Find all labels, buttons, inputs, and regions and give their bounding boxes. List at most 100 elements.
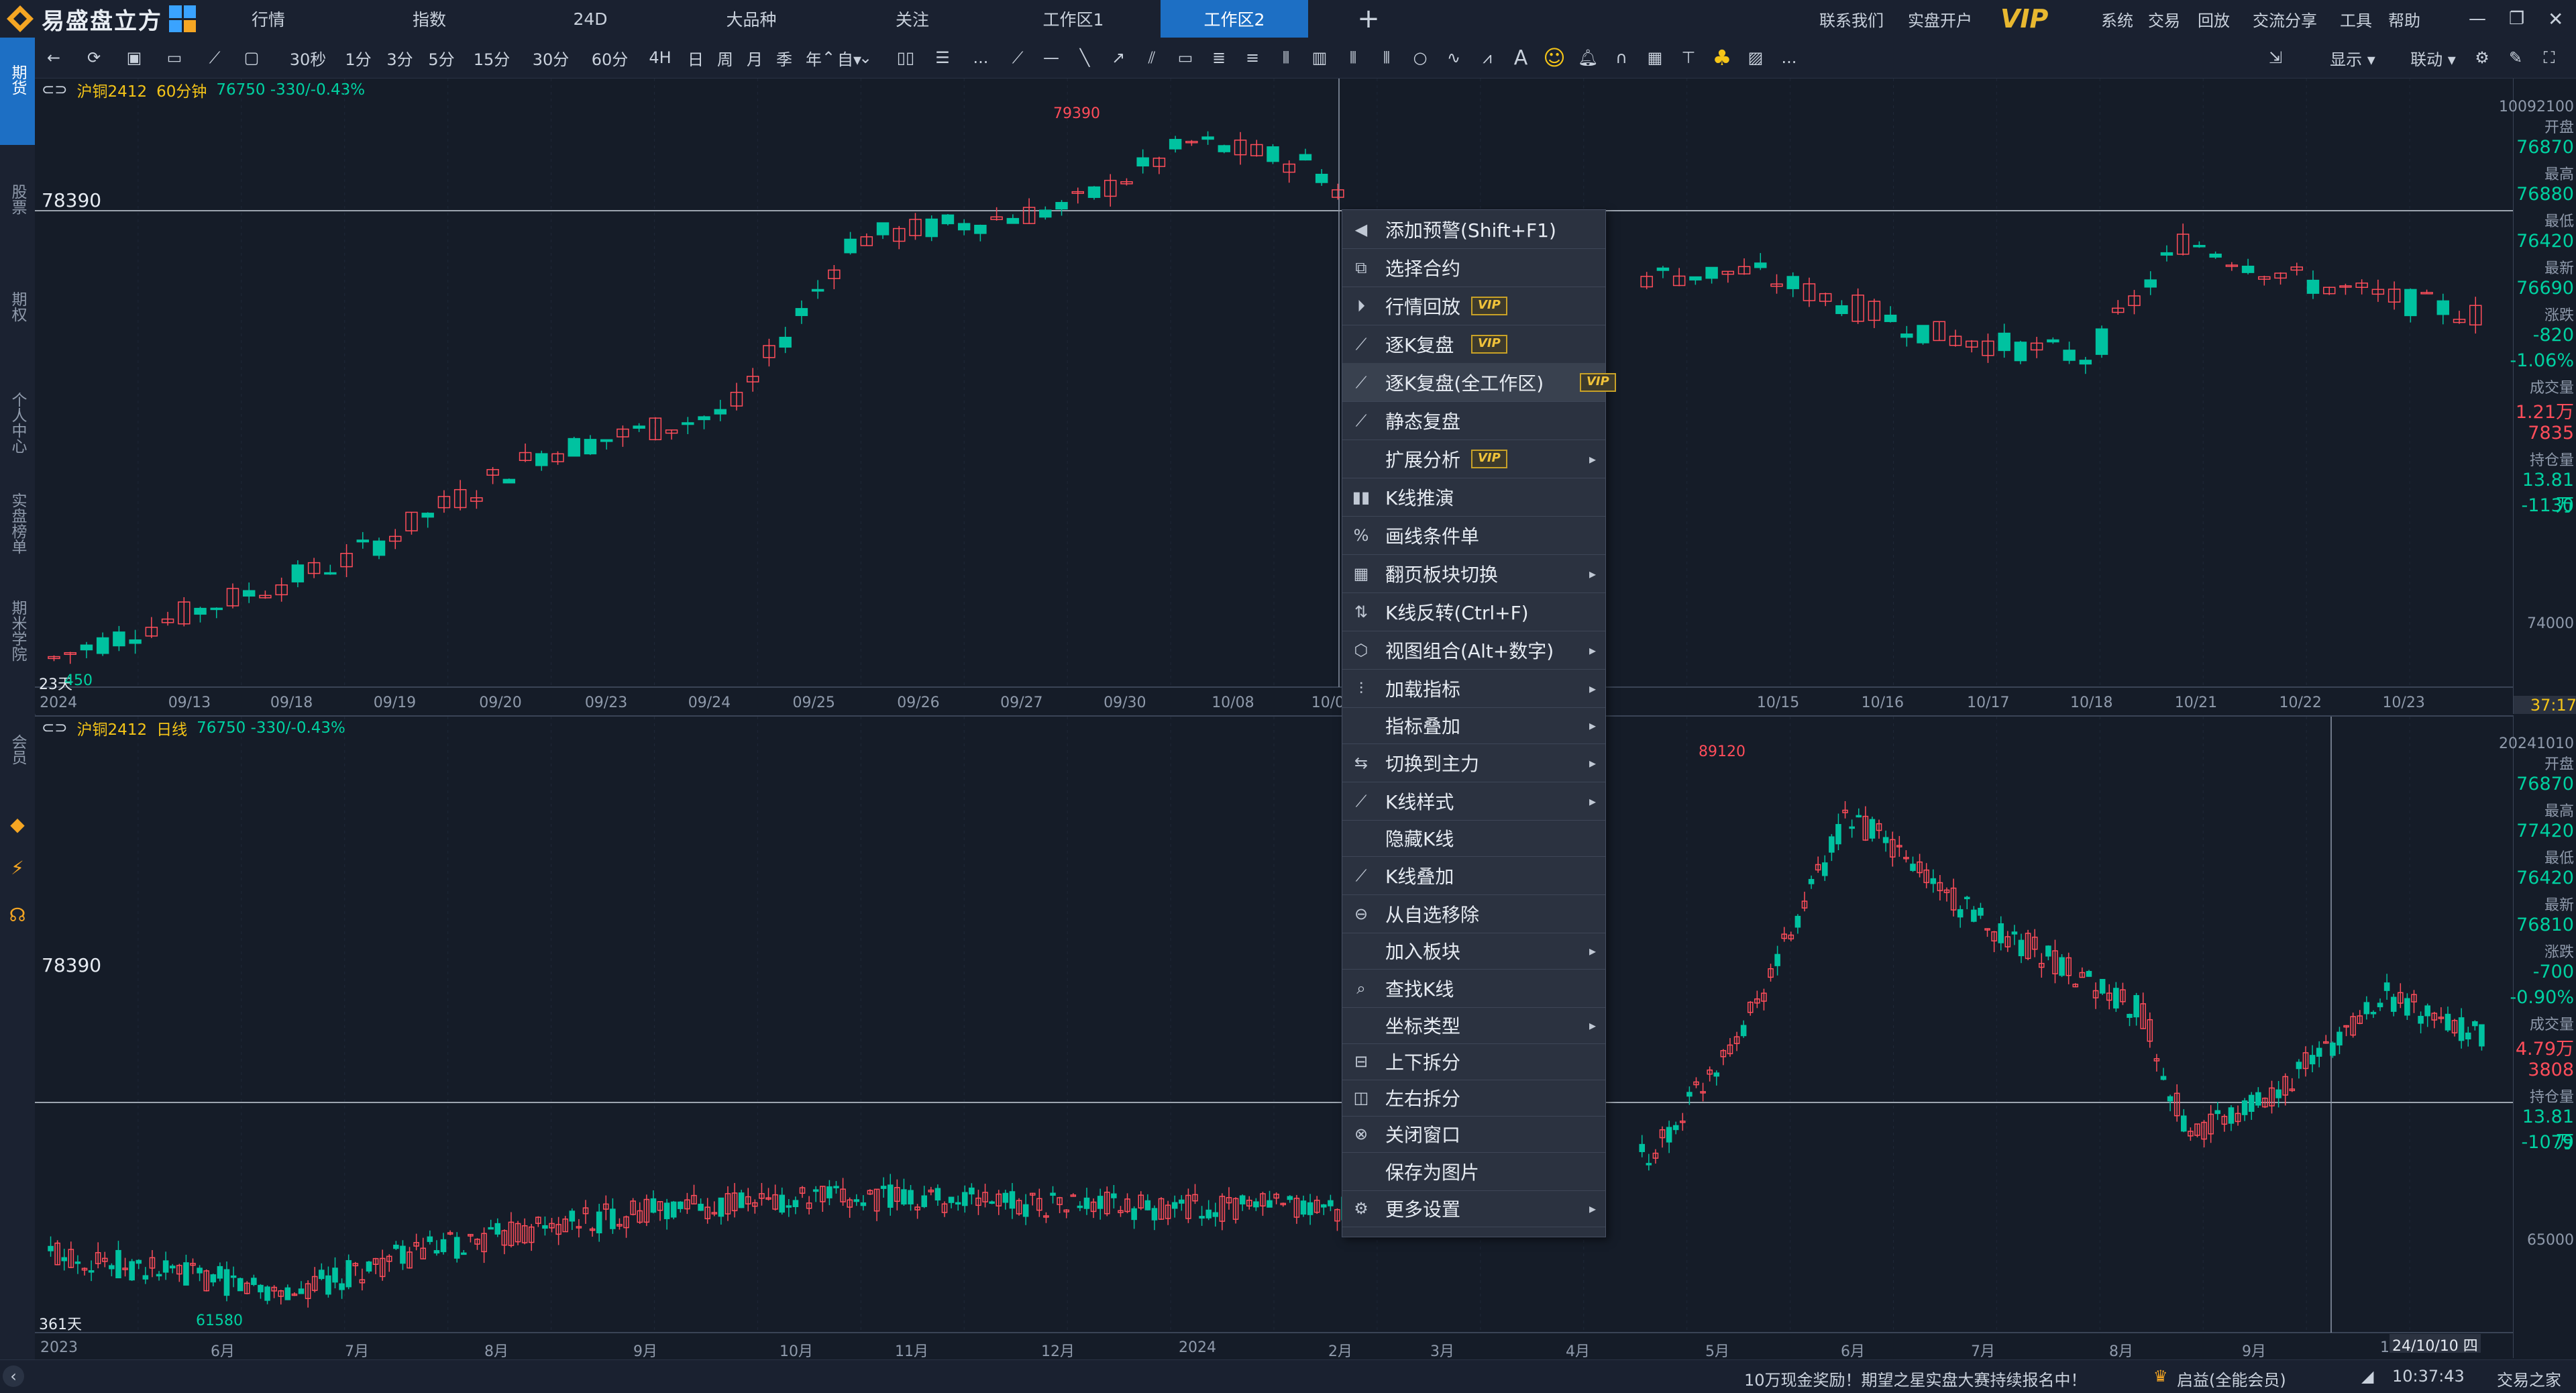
context-menu-item[interactable]: ⟋ 逐K复盘(全工作区) VIP bbox=[1342, 363, 1616, 401]
context-menu-item[interactable]: ⟋ 逐K复盘 VIP bbox=[1342, 325, 1605, 363]
channel-tool-icon[interactable]: ⫽ bbox=[1140, 38, 1164, 78]
context-menu-item[interactable]: ⊗ 关闭窗口 bbox=[1342, 1116, 1605, 1152]
sidebar-item-1[interactable]: 期货 bbox=[0, 38, 35, 145]
vip-side-icon[interactable]: ◆ bbox=[0, 815, 35, 843]
arrow-tool-icon[interactable]: ↗ bbox=[1106, 38, 1130, 78]
context-menu-item[interactable]: 保存为图片 bbox=[1342, 1152, 1605, 1190]
context-menu-item[interactable]: 坐标类型 ▸ bbox=[1342, 1007, 1605, 1043]
context-menu-item[interactable]: ⌕ 查找K线 bbox=[1342, 969, 1605, 1007]
save-icon[interactable]: ▣ bbox=[122, 38, 146, 78]
period-8[interactable]: 4H bbox=[641, 38, 680, 78]
candlestick-chart-daily[interactable] bbox=[35, 717, 2513, 1359]
gann-tool-icon[interactable]: ≡ bbox=[1240, 38, 1265, 78]
bell-icon[interactable]: 🔔︎ bbox=[1576, 38, 1600, 78]
context-menu-item[interactable]: ⇆ 切换到主力 ▸ bbox=[1342, 743, 1605, 782]
tab-6[interactable]: 工作区1 bbox=[1000, 0, 1147, 38]
emoji-tool-icon[interactable]: ☺ bbox=[1542, 38, 1566, 78]
period-10[interactable]: 周 bbox=[712, 38, 739, 78]
tab-1[interactable]: 行情 bbox=[195, 0, 342, 38]
context-menu-item[interactable]: ⬡ 视图组合(Alt+数字) ▸ bbox=[1342, 631, 1605, 669]
context-menu-item[interactable]: ⟋ K线叠加 bbox=[1342, 856, 1605, 894]
sidebar-item-2[interactable]: 股票 bbox=[0, 178, 35, 259]
menu-6[interactable]: 帮助 bbox=[2388, 0, 2420, 38]
text-tool-icon[interactable]: A bbox=[1509, 38, 1533, 78]
context-menu-item[interactable]: ⊟ 上下拆分 bbox=[1342, 1043, 1605, 1080]
context-menu-item[interactable]: ▦ 翻页板块切换 ▸ bbox=[1342, 554, 1605, 592]
magnet-icon[interactable]: ∩ bbox=[1609, 38, 1633, 78]
headset-icon[interactable]: ☊ bbox=[0, 906, 35, 933]
restore-button[interactable]: ❐ bbox=[2509, 0, 2524, 38]
zigzag-tool-icon[interactable]: ⩘ bbox=[1475, 38, 1499, 78]
fib-tool-icon[interactable]: ≣ bbox=[1207, 38, 1231, 78]
text-box-icon[interactable]: ▢ bbox=[239, 38, 264, 78]
menu-5[interactable]: 工具 bbox=[2340, 0, 2372, 38]
clover-icon[interactable]: ♣ bbox=[1710, 38, 1734, 78]
period-7[interactable]: 60分 bbox=[582, 38, 638, 78]
vip-badge[interactable]: VIP bbox=[2000, 0, 2048, 38]
period-3[interactable]: 3分 bbox=[380, 38, 419, 78]
add-tab-button[interactable]: + bbox=[1348, 0, 1389, 38]
pen-icon[interactable]: ✎ bbox=[2504, 38, 2528, 78]
eraser-icon[interactable]: ▨ bbox=[1743, 38, 1768, 78]
refresh-icon[interactable]: ⟳ bbox=[82, 38, 106, 78]
columns-icon[interactable]: ▯▯ bbox=[894, 38, 918, 78]
context-menu-item[interactable]: ⊖ 从自选移除 bbox=[1342, 894, 1605, 933]
link-dropdown[interactable]: 联动 ▾ bbox=[2396, 38, 2470, 78]
context-menu-item[interactable]: ⧉ 选择合约 bbox=[1342, 248, 1605, 287]
tab-5[interactable]: 关注 bbox=[839, 0, 986, 38]
apps-grid-icon[interactable] bbox=[169, 5, 196, 32]
context-menu-item[interactable]: ▮▮ K线推演 bbox=[1342, 478, 1605, 516]
context-menu-item[interactable]: ⟋ 静态复盘 bbox=[1342, 401, 1605, 440]
more-tools-button[interactable]: ... bbox=[969, 38, 993, 78]
ladder-icon[interactable]: ⊤ bbox=[1676, 38, 1701, 78]
context-menu-item[interactable]: 加入板块 ▸ bbox=[1342, 933, 1605, 969]
minimize-button[interactable]: — bbox=[2469, 0, 2486, 38]
calculator-icon[interactable]: ▦ bbox=[1643, 38, 1667, 78]
period-9[interactable]: 日 bbox=[682, 38, 709, 78]
period-13[interactable]: 年 bbox=[800, 38, 827, 78]
period-5[interactable]: 15分 bbox=[464, 38, 520, 78]
period-12[interactable]: 季 bbox=[771, 38, 798, 78]
line-tool-icon[interactable]: ⟋ bbox=[1006, 38, 1030, 78]
back-icon[interactable]: ← bbox=[42, 38, 66, 78]
context-menu-item[interactable]: % 画线条件单 bbox=[1342, 516, 1605, 554]
context-menu-item[interactable]: ⫶ 加载指标 ▸ bbox=[1342, 669, 1605, 707]
menu-2[interactable]: 交易 bbox=[2148, 0, 2180, 38]
period-line-icon[interactable]: ⦀ bbox=[1274, 38, 1298, 78]
tab-7[interactable]: 工作区2 bbox=[1161, 0, 1308, 38]
context-menu-item[interactable]: ◫ 左右拆分 bbox=[1342, 1080, 1605, 1116]
menu-4[interactable]: 交流分享 bbox=[2253, 0, 2317, 38]
context-menu-item[interactable]: ◀ 添加预警(Shift+F1) bbox=[1342, 210, 1605, 248]
rect-tool-icon[interactable]: ▭ bbox=[1173, 38, 1197, 78]
lightning-icon[interactable]: ⚡ bbox=[0, 859, 35, 886]
close-button[interactable]: ✕ bbox=[2548, 0, 2563, 38]
period-6[interactable]: 30分 bbox=[523, 38, 579, 78]
period-2[interactable]: 1分 bbox=[339, 38, 378, 78]
contact-link[interactable]: 联系我们 bbox=[1819, 0, 1884, 38]
period-14[interactable]: 自▾ bbox=[830, 38, 869, 78]
context-menu-item[interactable]: 指标叠加 ▸ bbox=[1342, 707, 1605, 743]
wave-tool-icon[interactable]: ∿ bbox=[1442, 38, 1466, 78]
context-menu-item[interactable]: 扩展分析 VIP ▸ bbox=[1342, 440, 1605, 478]
indicator-icon[interactable]: ⟋ bbox=[203, 38, 227, 78]
tab-4[interactable]: 大品种 bbox=[678, 0, 825, 38]
period-4[interactable]: 5分 bbox=[422, 38, 461, 78]
status-notice[interactable]: 10万现金奖励！期望之星实盘大赛持续报名中！ bbox=[1744, 1367, 2087, 1390]
bar-tool-icon[interactable]: ▥ bbox=[1307, 38, 1332, 78]
menu-1[interactable]: 系统 bbox=[2101, 0, 2133, 38]
sidebar-item-3[interactable]: 期权 bbox=[0, 286, 35, 360]
sidebar-item-5[interactable]: 实盘榜单 bbox=[0, 487, 35, 588]
measure-tool-icon[interactable]: ⦀ bbox=[1341, 38, 1365, 78]
chart-panel-60min[interactable]: ⊂⊃ 沪铜2412 60分钟 76750 -330/-0.43% 78390 2… bbox=[35, 79, 2513, 714]
open-folder-icon[interactable]: ▭ bbox=[162, 38, 186, 78]
context-menu-item[interactable]: 隐藏K线 bbox=[1342, 820, 1605, 856]
context-menu-item[interactable]: ⚙ 更多设置 ▸ bbox=[1342, 1190, 1605, 1227]
period-1[interactable]: 30秒 bbox=[280, 38, 336, 78]
context-menu-item[interactable]: ⏵ 行情回放 VIP bbox=[1342, 287, 1605, 325]
more-draw-button[interactable]: ... bbox=[1777, 38, 1801, 78]
fullscreen-icon[interactable]: ⛶ bbox=[2537, 38, 2561, 78]
sidebar-item-6[interactable]: 期米学院 bbox=[0, 595, 35, 702]
settings-small-icon[interactable]: ⚙ bbox=[2470, 38, 2494, 78]
candlestick-chart-60min[interactable] bbox=[35, 79, 2513, 714]
context-menu-item[interactable]: ⟋ K线样式 ▸ bbox=[1342, 782, 1605, 820]
